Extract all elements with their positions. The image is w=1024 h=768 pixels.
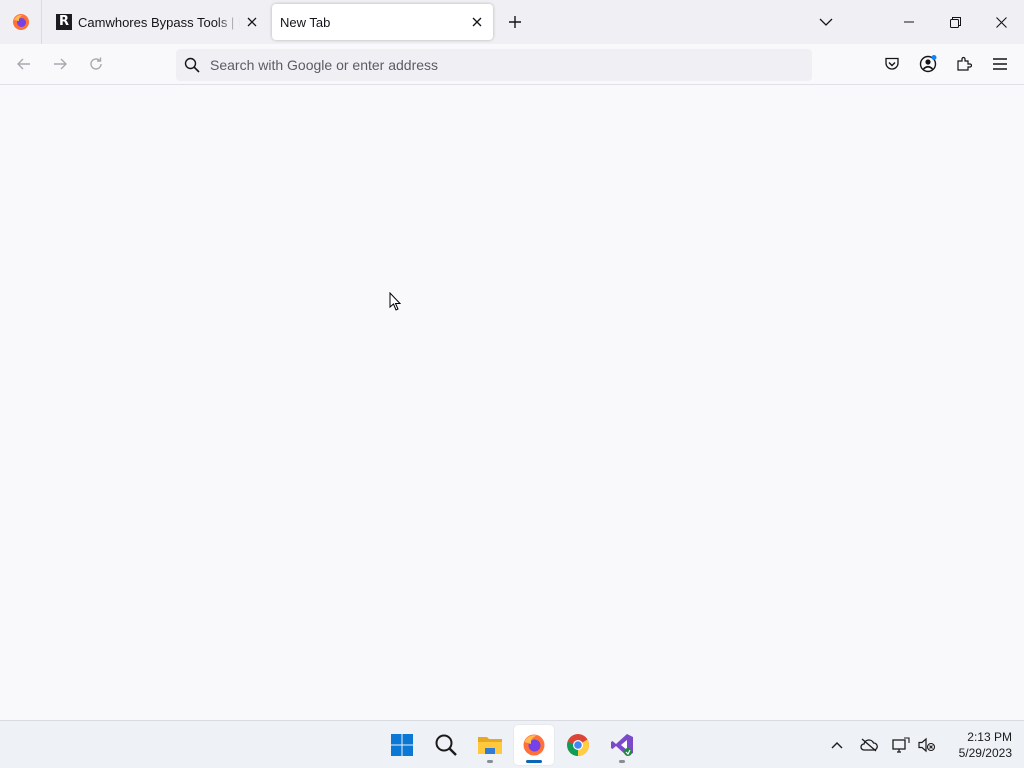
tab-new-tab[interactable]: New Tab — [272, 4, 493, 40]
visual-studio-icon — [611, 734, 633, 756]
running-indicator — [487, 760, 493, 763]
close-tab-button[interactable] — [465, 10, 489, 34]
taskbar-firefox[interactable] — [514, 725, 554, 765]
address-bar[interactable] — [176, 49, 812, 81]
app-menu-button[interactable] — [985, 50, 1015, 78]
chevron-up-icon — [831, 742, 843, 749]
reload-button[interactable] — [81, 50, 111, 78]
forward-button[interactable] — [45, 50, 75, 78]
taskbar-visual-studio[interactable] — [602, 725, 642, 765]
firefox-view-button[interactable] — [0, 0, 42, 44]
running-indicator — [619, 760, 625, 763]
taskbar-chrome[interactable] — [558, 725, 598, 765]
running-indicator — [526, 760, 542, 763]
site-favicon-icon: R — [56, 14, 72, 30]
account-icon — [919, 55, 937, 73]
close-window-button[interactable] — [978, 0, 1024, 44]
windows-logo-icon — [391, 734, 413, 756]
new-tab-button[interactable] — [502, 8, 528, 36]
minimize-icon — [904, 21, 914, 23]
pocket-icon — [885, 57, 899, 70]
mouse-cursor-icon — [389, 292, 402, 311]
hamburger-menu-icon — [993, 58, 1007, 70]
close-tab-button[interactable] — [240, 10, 264, 34]
close-icon — [247, 17, 257, 27]
extensions-button[interactable] — [949, 50, 979, 78]
clock-time: 2:13 PM — [967, 730, 1012, 744]
plus-icon — [509, 16, 521, 28]
onedrive-tray-button[interactable] — [857, 733, 881, 757]
arrow-left-icon — [17, 58, 30, 70]
minimize-window-button[interactable] — [886, 0, 932, 44]
tab-title: Camwhores Bypass Tools | Priva — [78, 14, 240, 30]
network-monitor-icon — [892, 737, 910, 753]
clock-date: 5/29/2023 — [958, 746, 1012, 760]
tab-title: New Tab — [280, 14, 331, 30]
back-button[interactable] — [9, 50, 39, 78]
page-content[interactable] — [0, 85, 1024, 720]
close-icon — [995, 16, 1007, 28]
list-all-tabs-button[interactable] — [812, 8, 840, 36]
search-icon — [435, 734, 457, 756]
reload-icon — [90, 57, 102, 70]
volume-tray-button[interactable] — [915, 733, 939, 757]
system-clock[interactable]: 2:13 PM 5/29/2023 — [940, 729, 1012, 761]
chevron-down-icon — [819, 18, 833, 26]
taskbar: 2:13 PM 5/29/2023 — [0, 720, 1024, 768]
firefox-logo-icon — [523, 734, 545, 756]
taskbar-search-button[interactable] — [426, 725, 466, 765]
search-icon — [184, 57, 200, 73]
show-hidden-icons-button[interactable] — [825, 733, 849, 757]
start-button[interactable] — [382, 725, 422, 765]
network-tray-button[interactable] — [889, 733, 913, 757]
chrome-logo-icon — [567, 734, 589, 756]
tab-camwhores[interactable]: R Camwhores Bypass Tools | Priva — [46, 4, 268, 40]
folder-icon — [478, 737, 502, 754]
tab-strip: R Camwhores Bypass Tools | Priva New Tab — [0, 0, 1024, 44]
navigation-toolbar — [0, 44, 1024, 85]
taskbar-file-explorer[interactable] — [470, 725, 510, 765]
pocket-button[interactable] — [877, 50, 907, 78]
cloud-offline-icon — [860, 738, 878, 752]
arrow-right-icon — [54, 58, 67, 70]
restore-window-button[interactable] — [932, 0, 978, 44]
close-icon — [472, 17, 482, 27]
account-button[interactable] — [913, 50, 943, 78]
puzzle-icon — [957, 56, 972, 71]
volume-muted-icon — [918, 737, 936, 753]
firefox-logo-icon — [12, 14, 29, 30]
address-input[interactable] — [208, 56, 768, 74]
restore-icon — [949, 16, 961, 28]
